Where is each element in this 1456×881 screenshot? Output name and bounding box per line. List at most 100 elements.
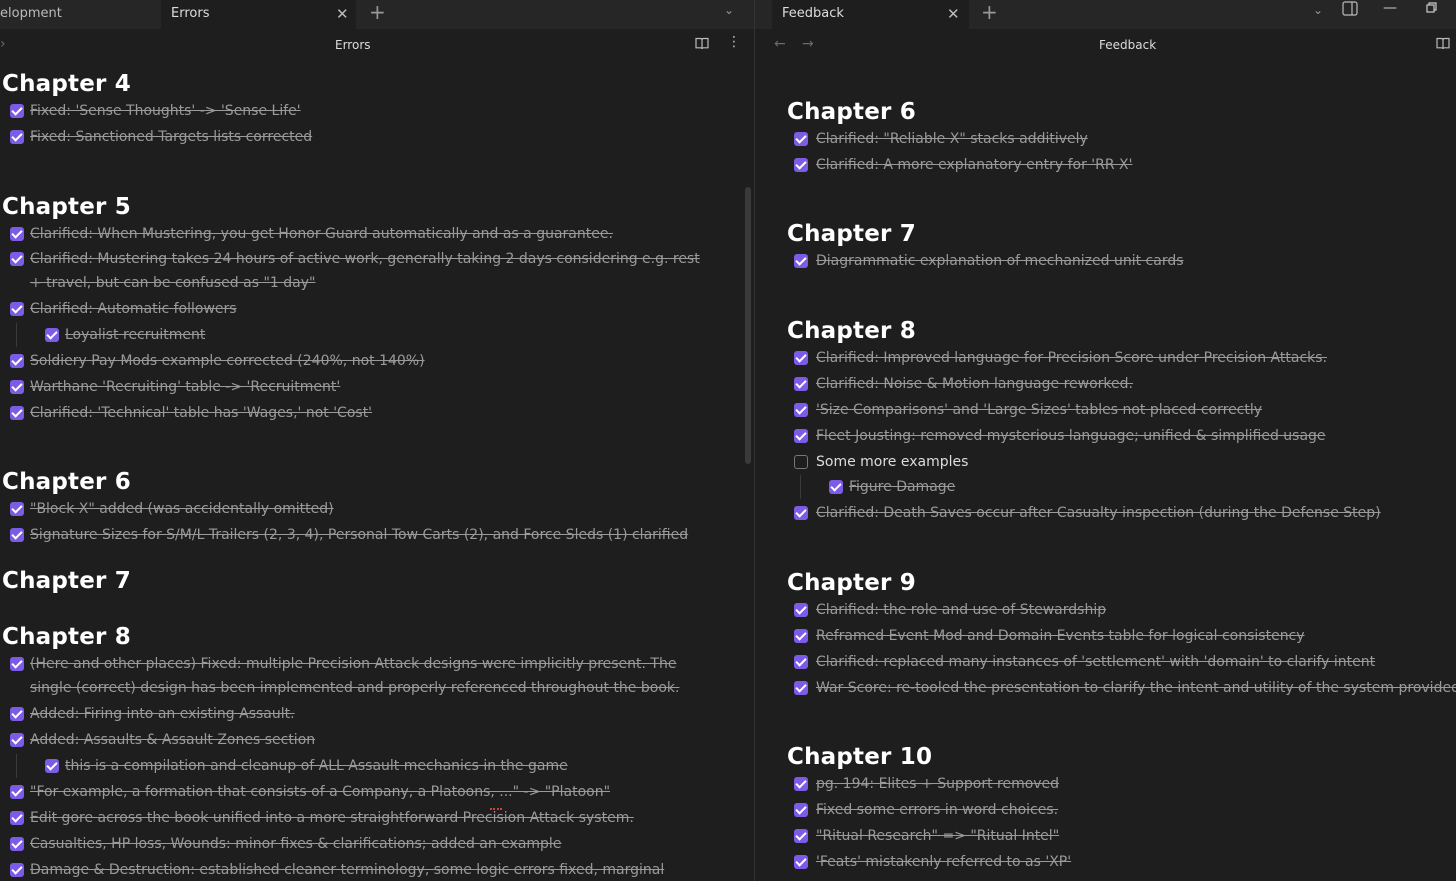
restore-window-icon[interactable] xyxy=(1426,2,1437,13)
task-item[interactable]: Fixed some errors in word choices. xyxy=(755,798,1456,822)
forward-arrow-icon[interactable]: › xyxy=(0,36,6,52)
tab-label: Errors xyxy=(171,6,210,21)
task-item[interactable]: "Ritual Research" => "Ritual Intel" xyxy=(755,824,1456,848)
right-pane: Feedback ✕ + ⌄ — ← → Feedback Chapter 6C… xyxy=(755,0,1456,881)
close-icon[interactable]: ✕ xyxy=(336,3,349,25)
checkbox-checked[interactable] xyxy=(10,502,24,516)
task-item[interactable]: Clarified: "Reliable X" stacks additivel… xyxy=(755,127,1456,151)
task-item[interactable]: Warthane 'Recruiting' table -> 'Recruitm… xyxy=(0,375,754,399)
checkbox-checked[interactable] xyxy=(45,759,59,773)
task-item[interactable]: Clarified: A more explanatory entry for … xyxy=(755,153,1456,177)
checkbox-unchecked[interactable] xyxy=(794,455,808,469)
checkbox-checked[interactable] xyxy=(10,227,24,241)
task-item[interactable]: (Here and other places) Fixed: multiple … xyxy=(0,652,754,676)
reading-view-book-icon[interactable] xyxy=(695,37,709,50)
task-item[interactable]: Soldiery Pay Mods example corrected (240… xyxy=(0,349,754,373)
task-item[interactable]: "For example, a formation that consists … xyxy=(0,780,754,804)
checkbox-checked[interactable] xyxy=(794,681,808,695)
checkbox-checked[interactable] xyxy=(794,629,808,643)
checkbox-checked[interactable] xyxy=(794,351,808,365)
checkbox-checked[interactable] xyxy=(10,811,24,825)
checkbox-checked[interactable] xyxy=(10,837,24,851)
task-item[interactable]: Clarified: Death Saves occur after Casua… xyxy=(755,501,1456,525)
task-item[interactable]: Clarified: When Mustering, you get Honor… xyxy=(0,222,754,246)
task-item[interactable]: 'Size Comparisons' and 'Large Sizes' tab… xyxy=(755,398,1456,422)
checkbox-checked[interactable] xyxy=(10,528,24,542)
task-item[interactable]: Reframed Event Mod and Domain Events tab… xyxy=(755,624,1456,648)
checkbox-checked[interactable] xyxy=(10,863,24,877)
task-text: Edit gore across the book unified into a… xyxy=(30,810,634,826)
checkbox-checked[interactable] xyxy=(10,130,24,144)
task-item[interactable]: Clarified: 'Technical' table has 'Wages,… xyxy=(0,401,754,425)
checkbox-checked[interactable] xyxy=(794,803,808,817)
task-item[interactable]: War Score: re-tooled the presentation to… xyxy=(755,676,1456,700)
more-options-icon[interactable]: ⋮ xyxy=(727,34,741,50)
checkbox-checked[interactable] xyxy=(794,655,808,669)
sidebar-toggle-icon[interactable] xyxy=(1342,1,1358,16)
tab-feedback[interactable]: Feedback ✕ xyxy=(772,0,969,29)
task-item[interactable]: Some more examples xyxy=(755,450,1456,474)
checkbox-checked[interactable] xyxy=(794,855,808,869)
task-item[interactable]: 'Feats' mistakenly referred to as 'XP' xyxy=(755,850,1456,874)
checkbox-checked[interactable] xyxy=(794,377,808,391)
reading-view-book-icon[interactable] xyxy=(1436,37,1450,50)
checkbox-checked[interactable] xyxy=(794,158,808,172)
task-item[interactable]: Casualties, HP loss, Wounds: minor fixes… xyxy=(0,832,754,856)
checkbox-checked[interactable] xyxy=(10,657,24,671)
back-arrow-icon[interactable]: ← xyxy=(774,36,786,52)
task-text: this is a compilation and cleanup of ALL… xyxy=(65,758,568,774)
checkbox-checked[interactable] xyxy=(10,707,24,721)
checkbox-checked[interactable] xyxy=(10,380,24,394)
task-item[interactable]: Clarified: Improved language for Precisi… xyxy=(755,346,1456,370)
checkbox-checked[interactable] xyxy=(829,480,843,494)
task-text: Some more examples xyxy=(816,454,969,470)
task-item[interactable]: Diagrammatic explanation of mechanized u… xyxy=(755,249,1456,273)
task-item[interactable]: Clarified: Noise & Motion language rewor… xyxy=(755,372,1456,396)
task-item[interactable]: this is a compilation and cleanup of ALL… xyxy=(0,754,754,778)
tab-development[interactable]: elopment xyxy=(0,0,161,28)
task-item[interactable]: Signature Sizes for S/M/L Trailers (2, 3… xyxy=(0,523,754,547)
checkbox-checked[interactable] xyxy=(794,403,808,417)
task-item[interactable]: Fixed: 'Sense Thoughts' -> 'Sense Life' xyxy=(0,99,754,123)
task-item[interactable]: Fixed: Sanctioned Targets lists correcte… xyxy=(0,125,754,149)
checkbox-checked[interactable] xyxy=(794,429,808,443)
checkbox-checked[interactable] xyxy=(10,302,24,316)
new-tab-plus-icon[interactable]: + xyxy=(369,0,386,24)
scrollbar[interactable] xyxy=(745,187,751,464)
task-item[interactable]: Clarified: replaced many instances of 's… xyxy=(755,650,1456,674)
checkbox-checked[interactable] xyxy=(10,354,24,368)
checkbox-checked[interactable] xyxy=(10,252,24,266)
task-item[interactable]: Clarified: the role and use of Stewardsh… xyxy=(755,598,1456,622)
checkbox-checked[interactable] xyxy=(10,406,24,420)
task-item[interactable]: Fleet Jousting: removed mysterious langu… xyxy=(755,424,1456,448)
chevron-down-icon[interactable]: ⌄ xyxy=(724,3,734,17)
checkbox-checked[interactable] xyxy=(794,254,808,268)
task-item[interactable]: Added: Firing into an existing Assault. xyxy=(0,702,754,726)
task-item[interactable]: Damage & Destruction: established cleane… xyxy=(0,858,754,881)
checkbox-checked[interactable] xyxy=(10,104,24,118)
close-icon[interactable]: ✕ xyxy=(947,3,960,25)
checkbox-checked[interactable] xyxy=(794,603,808,617)
task-item[interactable]: pg. 194: Elites + Support removed xyxy=(755,772,1456,796)
checkbox-checked[interactable] xyxy=(794,829,808,843)
task-item[interactable]: "Block X" added (was accidentally omitte… xyxy=(0,497,754,521)
checkbox-checked[interactable] xyxy=(10,785,24,799)
task-text: Clarified: Improved language for Precisi… xyxy=(816,350,1327,366)
task-item[interactable]: Clarified: Mustering takes 24 hours of a… xyxy=(0,247,754,271)
task-item[interactable]: Clarified: Automatic followers xyxy=(0,297,754,321)
checkbox-checked[interactable] xyxy=(45,328,59,342)
task-item[interactable]: Edit gore across the book unified into a… xyxy=(0,806,754,830)
right-view-header: ← → Feedback xyxy=(755,29,1456,63)
checkbox-checked[interactable] xyxy=(794,777,808,791)
checkbox-checked[interactable] xyxy=(10,733,24,747)
minimize-icon[interactable]: — xyxy=(1383,0,1397,16)
task-item[interactable]: Added: Assaults & Assault Zones section xyxy=(0,728,754,752)
checkbox-checked[interactable] xyxy=(794,132,808,146)
checkbox-checked[interactable] xyxy=(794,506,808,520)
forward-arrow-icon[interactable]: → xyxy=(802,36,814,52)
task-item[interactable]: Loyalist recruitment xyxy=(0,323,754,347)
tab-errors[interactable]: Errors ✕ xyxy=(161,0,356,29)
new-tab-plus-icon[interactable]: + xyxy=(981,0,998,24)
task-item[interactable]: Figure Damage xyxy=(755,475,1456,499)
chevron-down-icon[interactable]: ⌄ xyxy=(1313,3,1323,17)
